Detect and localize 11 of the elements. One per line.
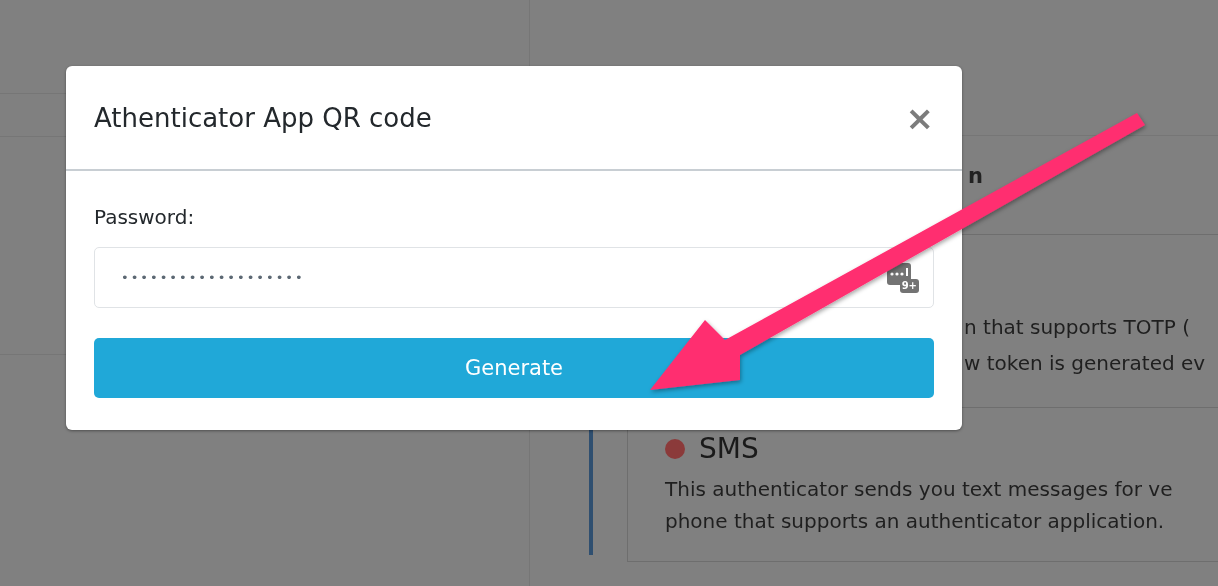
password-label: Password:	[94, 205, 195, 229]
totp-description: w token is generated ev	[964, 350, 1207, 377]
close-button[interactable]: ×	[905, 100, 934, 135]
password-field[interactable]: ••••••••••••••••••• 9+	[94, 247, 934, 308]
section-heading: n	[967, 163, 984, 190]
sms-description: This authenticator sends you text messages for ve	[665, 476, 1174, 503]
generate-button[interactable]: Generate	[94, 338, 934, 398]
modal-title: Athenticator App QR code	[94, 102, 432, 133]
sms-description: phone that supports an authenticator application.	[665, 508, 1166, 535]
sms-title: SMS	[699, 432, 759, 465]
totp-description: n that supports TOTP (	[964, 314, 1191, 341]
